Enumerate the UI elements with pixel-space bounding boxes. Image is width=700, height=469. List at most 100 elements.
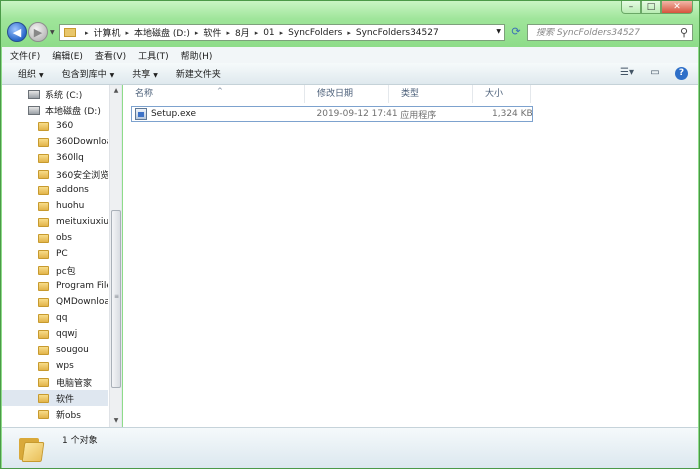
- scrollbar-thumb[interactable]: ≡: [111, 210, 121, 388]
- menu-help[interactable]: 帮助(H): [181, 49, 213, 62]
- folder-icon: [38, 121, 49, 131]
- search-box[interactable]: ⚲: [527, 24, 693, 41]
- tree-folder-item[interactable]: 360llq: [2, 150, 108, 166]
- tree-scrollbar[interactable]: ▲ ≡ ▼: [109, 85, 121, 427]
- breadcrumb-item[interactable]: 软件: [203, 26, 221, 39]
- chevron-right-icon[interactable]: ▸: [255, 29, 259, 37]
- file-type: 应用程序: [400, 110, 437, 121]
- tree-drive-c[interactable]: 系统 (C:): [2, 86, 108, 102]
- breadcrumb-item[interactable]: 01: [263, 28, 274, 38]
- menu-tools[interactable]: 工具(T): [138, 49, 169, 62]
- minimize-button[interactable]: –: [621, 1, 641, 14]
- tree-item-label: 系统 (C:): [45, 90, 83, 101]
- column-header-type[interactable]: 类型: [389, 85, 473, 103]
- folder-icon: [38, 169, 49, 179]
- column-header-name[interactable]: 名称 ^: [123, 85, 305, 103]
- breadcrumb-item[interactable]: SyncFolders: [288, 28, 342, 38]
- chevron-down-icon: ▼: [153, 72, 158, 79]
- tree-item-label: meituxiuxiu: [56, 217, 108, 227]
- explorer-window: – □ ✕ ◀ ▶ ▼ ▸ 计算机 ▸ 本地磁盘 (D:) ▸ 软件 ▸ 8月 …: [0, 0, 700, 469]
- tree-folder-item[interactable]: pc包: [2, 262, 108, 278]
- tree-item-label: huohu: [56, 201, 85, 211]
- menu-view[interactable]: 查看(V): [95, 49, 126, 62]
- exe-file-icon: [135, 108, 147, 120]
- tree-folder-item[interactable]: 电脑管家: [2, 374, 108, 390]
- file-size: 1,324 KB: [492, 109, 533, 119]
- tree-folder-item[interactable]: 360: [2, 118, 108, 134]
- refresh-icon[interactable]: ⟳: [507, 24, 525, 41]
- folder-icon: [38, 329, 49, 339]
- menu-file[interactable]: 文件(F): [10, 49, 40, 62]
- search-input[interactable]: [536, 27, 676, 38]
- chevron-down-icon[interactable]: ▼: [496, 28, 501, 35]
- folder-icon: [19, 436, 45, 462]
- help-icon[interactable]: ?: [675, 66, 688, 80]
- tree-item-label: QMDownload: [56, 297, 108, 307]
- tree-folder-item[interactable]: 360Downloads: [2, 134, 108, 150]
- maximize-button[interactable]: □: [641, 1, 661, 14]
- tree-item-label: Program Files: [56, 281, 108, 291]
- share-button[interactable]: 共享 ▼: [132, 67, 158, 80]
- folder-icon: [38, 249, 49, 259]
- organize-button[interactable]: 组织 ▼: [18, 67, 44, 80]
- tree-folder-item[interactable]: meituxiuxiu: [2, 214, 108, 230]
- tree-folder-item[interactable]: 360安全浏览器: [2, 166, 108, 182]
- command-bar: 组织 ▼ 包含到库中 ▼ 共享 ▼ 新建文件夹 ☰▾ ▭ ?: [2, 63, 698, 85]
- tree-folder-item[interactable]: huohu: [2, 198, 108, 214]
- search-icon[interactable]: ⚲: [680, 26, 688, 39]
- organize-label: 组织: [18, 70, 37, 80]
- scroll-up-icon[interactable]: ▲: [110, 85, 121, 97]
- chevron-right-icon[interactable]: ▸: [195, 29, 199, 37]
- column-header-date[interactable]: 修改日期: [305, 85, 389, 103]
- tree-folder-item[interactable]: 软件: [2, 390, 108, 406]
- breadcrumb: 计算机 ▸ 本地磁盘 (D:) ▸ 软件 ▸ 8月 ▸ 01 ▸ SyncFol…: [94, 26, 439, 40]
- back-button[interactable]: ◀: [7, 22, 27, 42]
- chevron-right-icon[interactable]: ▸: [280, 29, 284, 37]
- navigation-pane: 系统 (C:) 本地磁盘 (D:) 360 360Downloads 360llq 3…: [2, 85, 122, 427]
- tree-item-label: qq: [56, 313, 68, 323]
- breadcrumb-item[interactable]: SyncFolders34527: [356, 28, 439, 38]
- folder-icon: [38, 153, 49, 163]
- tree-folder-item[interactable]: qqwj: [2, 326, 108, 342]
- close-button[interactable]: ✕: [661, 1, 693, 14]
- tree-folder-item[interactable]: addons: [2, 182, 108, 198]
- view-options-icon[interactable]: ☰▾: [619, 66, 635, 80]
- tree-folder-item[interactable]: 新obs: [2, 406, 108, 422]
- tree-folder-item[interactable]: qq: [2, 310, 108, 326]
- breadcrumb-item[interactable]: 8月: [235, 26, 250, 39]
- recent-pages-dropdown-icon[interactable]: ▼: [50, 29, 55, 36]
- file-row[interactable]: Setup.exe 2019-09-12 17:41 应用程序 1,324 KB: [131, 106, 533, 122]
- breadcrumb-item[interactable]: 计算机: [94, 26, 121, 39]
- tree-folder-item[interactable]: PC: [2, 246, 108, 262]
- sort-up-icon: ^: [217, 87, 223, 95]
- column-header-size[interactable]: 大小: [473, 85, 531, 103]
- chevron-right-icon[interactable]: ▸: [126, 29, 130, 37]
- scroll-down-icon[interactable]: ▼: [110, 415, 121, 427]
- chevron-right-icon[interactable]: ▸: [226, 29, 230, 37]
- tree-folder-item[interactable]: obs: [2, 230, 108, 246]
- include-in-library-button[interactable]: 包含到库中 ▼: [62, 67, 115, 80]
- tree-folder-item[interactable]: QMDownload: [2, 294, 108, 310]
- tree-drive-d[interactable]: 本地磁盘 (D:): [2, 102, 108, 118]
- preview-pane-icon[interactable]: ▭: [647, 66, 663, 80]
- menu-edit[interactable]: 编辑(E): [52, 49, 83, 62]
- tree-item-label: qqwj: [56, 329, 78, 339]
- folder-icon: [38, 137, 49, 147]
- tree-folder-item[interactable]: wps: [2, 358, 108, 374]
- chevron-right-icon[interactable]: ▸: [347, 29, 351, 37]
- menu-bar: 文件(F) 编辑(E) 查看(V) 工具(T) 帮助(H): [2, 47, 698, 63]
- forward-button[interactable]: ▶: [28, 22, 48, 42]
- address-bar[interactable]: ▸ 计算机 ▸ 本地磁盘 (D:) ▸ 软件 ▸ 8月 ▸ 01 ▸ SyncF…: [59, 24, 505, 41]
- new-folder-button[interactable]: 新建文件夹: [176, 67, 221, 80]
- folder-icon: [38, 201, 49, 211]
- share-label: 共享: [132, 70, 151, 80]
- folder-icon: [38, 185, 49, 195]
- tree-folder-item[interactable]: sougou: [2, 342, 108, 358]
- folder-icon: [38, 281, 49, 291]
- tree-folder-item[interactable]: Program Files: [2, 278, 108, 294]
- chevron-right-icon[interactable]: ▸: [85, 29, 89, 37]
- tree-item-label: 360: [56, 121, 74, 131]
- breadcrumb-item[interactable]: 本地磁盘 (D:): [134, 26, 190, 39]
- navigation-bar: ◀ ▶ ▼ ▸ 计算机 ▸ 本地磁盘 (D:) ▸ 软件 ▸ 8月 ▸ 01 ▸…: [5, 21, 695, 45]
- drive-icon: [28, 89, 40, 99]
